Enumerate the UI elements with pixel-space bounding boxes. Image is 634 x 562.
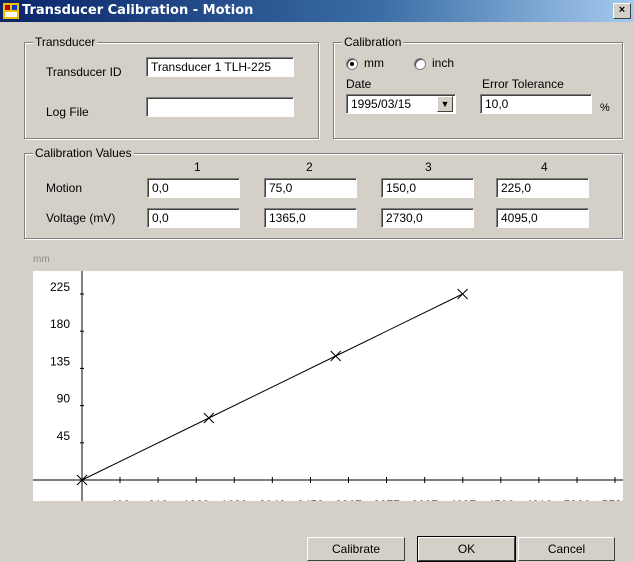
x-tick-label: 4506 xyxy=(487,498,514,501)
window-title: Transducer Calibration - Motion xyxy=(22,3,254,18)
calibration-values-group-label: Calibration Values xyxy=(33,146,134,160)
calibration-line xyxy=(81,293,463,481)
column-header-3: 3 xyxy=(425,160,432,174)
x-tick-label: 3687 xyxy=(411,498,438,501)
error-tolerance-label: Error Tolerance xyxy=(482,77,564,91)
y-tick-label: 225 xyxy=(50,280,70,294)
transducer-id-label: Transducer ID xyxy=(46,65,122,79)
x-tick-label: 819 xyxy=(148,498,168,501)
x-tick-label: 2458 xyxy=(297,498,324,501)
calibrate-button[interactable]: Calibrate xyxy=(307,537,405,561)
close-icon[interactable]: × xyxy=(613,3,631,19)
calibration-chart-svg: 409 819 1229 1638 2048 2458 2867 3277 3687 4097 45… xyxy=(33,271,634,512)
cancel-button[interactable]: Cancel xyxy=(518,537,615,561)
data-point-marker xyxy=(203,412,215,424)
transducer-id-field[interactable]: Transducer 1 TLH-225 xyxy=(146,57,294,77)
x-tick-label: 2867 xyxy=(335,498,362,501)
y-tick-label: 45 xyxy=(57,429,71,443)
voltage-field-2[interactable]: 1365,0 xyxy=(264,208,357,228)
voltage-label: Voltage (mV) xyxy=(46,211,116,225)
inch-radio[interactable] xyxy=(414,58,426,70)
calibration-chart: 409 819 1229 1638 2048 2458 2867 3277 3687 4097 45… xyxy=(33,271,634,512)
motion-field-1[interactable]: 0,0 xyxy=(147,178,240,198)
log-file-field[interactable] xyxy=(146,97,294,117)
motion-label: Motion xyxy=(46,181,83,195)
x-tick-label: 3277 xyxy=(373,498,400,501)
mm-radio[interactable] xyxy=(346,58,358,70)
title-bar: Transducer Calibration - Motion × xyxy=(0,0,634,22)
y-axis-unit-label: mm xyxy=(33,254,50,265)
x-tick-label: 2048 xyxy=(259,498,286,501)
voltage-field-3[interactable]: 2730,0 xyxy=(381,208,474,228)
data-point-marker xyxy=(457,288,468,300)
y-tick-label: 135 xyxy=(50,354,70,368)
data-point-marker xyxy=(330,350,342,362)
chevron-down-icon[interactable]: ▼ xyxy=(437,96,453,112)
y-tick-label: 90 xyxy=(57,392,71,406)
ok-button[interactable]: OK xyxy=(417,536,516,562)
column-header-4: 4 xyxy=(541,160,548,174)
column-header-1: 1 xyxy=(194,160,201,174)
y-tick-label: 180 xyxy=(50,317,70,331)
x-axis-unit-label: mV xyxy=(619,498,623,501)
calibration-group-label: Calibration xyxy=(342,35,404,49)
mm-radio-label[interactable]: mm xyxy=(364,56,384,70)
motion-field-2[interactable]: 75,0 xyxy=(264,178,357,198)
app-icon xyxy=(3,3,19,19)
inch-radio-label[interactable]: inch xyxy=(432,56,454,70)
x-tick-label: 1638 xyxy=(221,498,248,501)
x-tick-label: 4916 xyxy=(526,498,553,501)
voltage-field-1[interactable]: 0,0 xyxy=(147,208,240,228)
x-tick-label: 4097 xyxy=(449,498,476,501)
error-tolerance-field[interactable]: 10,0 xyxy=(480,94,592,114)
x-tick-label: 5326 xyxy=(564,498,591,501)
voltage-field-4[interactable]: 4095,0 xyxy=(496,208,589,228)
log-file-label: Log File xyxy=(46,105,89,119)
date-label: Date xyxy=(346,77,372,91)
motion-field-3[interactable]: 150,0 xyxy=(381,178,474,198)
date-value: 1995/03/15 xyxy=(351,97,412,111)
column-header-2: 2 xyxy=(306,160,313,174)
motion-field-4[interactable]: 225,0 xyxy=(496,178,589,198)
x-tick-label: 409 xyxy=(110,498,130,501)
x-tick-label: 1229 xyxy=(183,498,210,501)
percent-unit: % xyxy=(600,102,610,114)
transducer-group-label: Transducer xyxy=(33,35,98,49)
